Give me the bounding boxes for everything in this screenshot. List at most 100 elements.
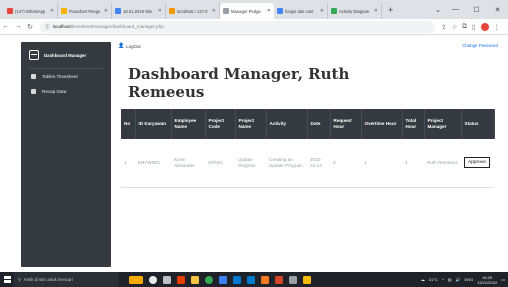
settings-icon[interactable]: [289, 275, 297, 284]
logout-label: LogOut: [126, 43, 141, 49]
browser-tab[interactable]: Flowchart Penge ✕: [58, 3, 112, 19]
share-icon[interactable]: ⇪: [441, 23, 446, 31]
cell-employee-name: Kevin Alexander: [171, 139, 205, 188]
taskbar-apps: [129, 275, 311, 284]
powerpoint-icon[interactable]: [275, 275, 283, 284]
maximize-button[interactable]: ☐: [466, 0, 487, 19]
cell-no: 1: [121, 139, 135, 188]
tab-title: Flowchart Penge: [69, 8, 101, 14]
browser-tab[interactable]: 18.01.2018 Win ✕: [112, 3, 166, 19]
column-header: Employee Name: [171, 109, 206, 139]
xampp-icon[interactable]: [261, 275, 269, 284]
cell-project-manager: Ruth Remeeus: [424, 139, 461, 188]
close-icon[interactable]: ✕: [104, 8, 108, 14]
store-icon[interactable]: [219, 275, 227, 284]
network-icon[interactable]: ▤: [448, 277, 452, 282]
close-icon[interactable]: ✕: [374, 8, 378, 14]
column-header: Request Hour: [330, 109, 362, 139]
menu-icon[interactable]: ⋮: [494, 23, 501, 31]
browser-tab-strip: (147) WhatsApp ✕ Flowchart Penge ✕ 18.01…: [0, 0, 508, 19]
sidebar-brand[interactable]: Dashboard Manager: [21, 42, 111, 60]
chevron-down-icon[interactable]: ⌄: [431, 0, 445, 19]
browser-toolbar: ← → ↻ ⓘ localhost/timesheet/manager/dash…: [0, 19, 508, 35]
close-icon[interactable]: ✕: [50, 8, 54, 14]
close-icon[interactable]: ✕: [267, 8, 271, 14]
table-header-row: No ID Karyawan Employee Name Project Cod…: [121, 109, 495, 139]
search-icon: ⚲: [18, 277, 22, 282]
forward-arrow-icon[interactable]: →: [12, 23, 24, 30]
file-explorer-icon[interactable]: [191, 275, 199, 284]
office-icon[interactable]: [177, 275, 185, 284]
timesheet-table: No ID Karyawan Employee Name Project Cod…: [121, 109, 495, 188]
cell-status: Approve: [461, 139, 494, 188]
cell-request-hour: 3: [330, 139, 361, 188]
browser-tab[interactable]: (147) WhatsApp ✕: [4, 3, 58, 19]
phpmyadmin-icon: [169, 8, 175, 14]
cell-project-name: Update Program: [235, 139, 266, 188]
google-icon: [277, 8, 283, 14]
close-icon[interactable]: ✕: [320, 8, 324, 14]
cell-date: 2022-12-14: [307, 139, 330, 188]
sidebar-item-tables-timesheet[interactable]: Tables Timesheet: [21, 69, 111, 84]
start-button[interactable]: [0, 276, 14, 283]
clock[interactable]: 16:29 13/12/2022: [477, 275, 497, 285]
close-icon[interactable]: ✕: [158, 8, 162, 14]
back-arrow-icon[interactable]: ←: [0, 23, 12, 30]
change-password-link[interactable]: Change Password: [462, 43, 498, 48]
web-page: Dashboard Manager Tables Timesheet Recap…: [0, 35, 508, 272]
tab-title: localhost / 127.0: [177, 8, 208, 14]
task-view-icon[interactable]: [163, 275, 171, 284]
column-header: Status: [461, 109, 495, 139]
url-host: localhost: [52, 24, 71, 29]
diagram-icon: [331, 8, 337, 14]
search-app-icon[interactable]: [149, 275, 157, 284]
browser-tab[interactable]: fungsi dan cont ✕: [274, 3, 328, 19]
cell-overtime-hour: 1: [361, 139, 402, 188]
system-tray: ☁ 31°C ^ ▤ 🔊 ENG 16:29 13/12/2022 ▭: [421, 272, 505, 287]
browser-tab-active[interactable]: Manager Pedge ✕: [220, 3, 274, 19]
close-window-button[interactable]: ✕: [487, 0, 508, 19]
window-controls: ⌄ — ☐ ✕: [431, 0, 508, 19]
news-widget-icon[interactable]: [129, 275, 143, 284]
reload-icon[interactable]: ↻: [24, 23, 36, 31]
weather-icon[interactable]: ☁: [421, 277, 425, 282]
extension-icon[interactable]: ⧉: [462, 23, 467, 31]
volume-icon[interactable]: 🔊: [456, 277, 461, 282]
star-icon[interactable]: ☆: [451, 23, 457, 31]
approve-button[interactable]: Approve: [464, 157, 490, 169]
tab-title: (147) WhatsApp: [15, 8, 46, 14]
sidebar-item-label: Recap Data: [42, 89, 67, 94]
profile-avatar[interactable]: [480, 22, 489, 31]
mail-icon[interactable]: [233, 275, 241, 284]
vscode-icon[interactable]: [247, 275, 255, 284]
tab-title: 18.01.2018 Win: [123, 8, 153, 14]
column-header: Overtime Hour: [361, 109, 403, 139]
address-bar[interactable]: ⓘ localhost/timesheet/manager/dashboard_…: [40, 20, 435, 33]
windows-icon: [3, 276, 11, 283]
logout-link[interactable]: 👤 LogOut: [118, 43, 141, 49]
sticky-notes-icon[interactable]: [303, 275, 311, 284]
new-tab-button[interactable]: +: [382, 3, 399, 19]
column-header: No: [121, 109, 136, 139]
chrome-icon[interactable]: [205, 275, 213, 284]
notification-icon[interactable]: ▭: [501, 277, 505, 282]
browser-tab[interactable]: Activity Diagram ✕: [328, 3, 382, 19]
taskbar-search[interactable]: ⚲ Ketik di sini untuk mencari: [14, 272, 119, 287]
minimize-button[interactable]: —: [445, 0, 466, 19]
sidebar-icon[interactable]: ▯: [472, 23, 476, 31]
sidebar-item-recap-data[interactable]: Recap Data: [21, 84, 111, 99]
column-header: ID Karyawan: [135, 109, 172, 139]
table-icon: [31, 74, 36, 79]
tab-title: fungsi dan cont: [285, 8, 314, 14]
browser-tab[interactable]: localhost / 127.0 ✕: [166, 3, 220, 19]
search-placeholder: Ketik di sini untuk mencari: [24, 277, 73, 282]
info-icon[interactable]: ⓘ: [45, 24, 50, 30]
tab-title: Activity Diagram: [339, 8, 370, 14]
chevron-up-icon[interactable]: ^: [442, 277, 444, 282]
toolbar-actions: ⇪ ☆ ⧉ ▯ ⋮: [441, 22, 501, 31]
whatsapp-icon: [7, 8, 13, 14]
language-indicator[interactable]: ENG: [465, 277, 474, 282]
user-icon: 👤: [118, 43, 125, 49]
close-icon[interactable]: ✕: [212, 8, 216, 14]
taskbar: ⚲ Ketik di sini untuk mencari ☁ 31°C ^ ▤…: [0, 272, 508, 287]
